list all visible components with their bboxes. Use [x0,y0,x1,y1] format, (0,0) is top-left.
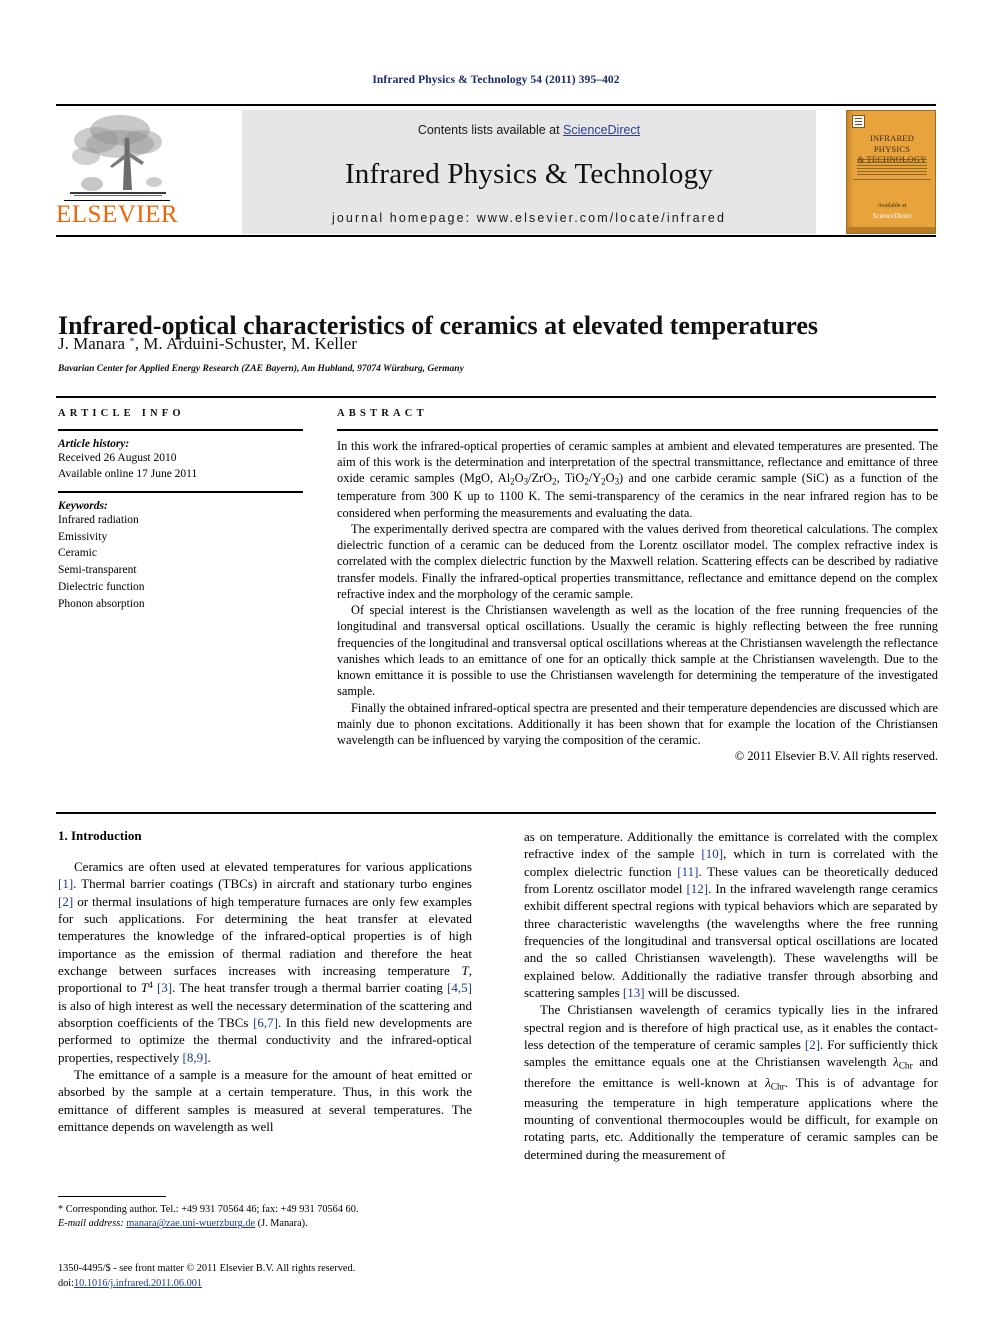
body-paragraph: The Christiansen wavelength of ceramics … [524,1002,938,1162]
elsevier-logo: ELSEVIER [56,110,178,234]
section-heading-introduction: 1. Introduction [58,828,142,843]
footnote-email-link[interactable]: manara@zae.uni-wuerzburg.de [126,1218,255,1229]
footnote-email-line: E-mail address: manara@zae.uni-wuerzburg… [58,1217,472,1231]
cover-footer: Available at ScienceDirect [851,202,933,222]
journal-banner: Contents lists available at ScienceDirec… [242,110,816,234]
citation-ref[interactable]: [3] [157,980,172,995]
elsevier-tree-icon [70,115,166,196]
abstract-column: ABSTRACT In this work the infrared-optic… [337,408,938,764]
sciencedirect-link[interactable]: ScienceDirect [563,123,640,137]
article-history-online: Available online 17 June 2011 [58,467,198,480]
citation-ref[interactable]: [2] [805,1037,820,1052]
footnote-email-label: E-mail address: [58,1218,124,1230]
keyword-item: Phonon absorption [58,597,145,610]
article-history-received: Received 26 August 2010 [58,451,177,464]
cover-bottom-bar [847,227,935,233]
abstract-heading: ABSTRACT [337,408,428,419]
article-history-label: Article history: [58,437,130,450]
keyword-item: Ceramic [58,547,97,560]
footnote-corresponding-author: * Corresponding author. Tel.: +49 931 70… [58,1204,359,1215]
cover-title-line1: INFRARED PHYSICS [869,133,915,154]
cover-inner: INFRARED PHYSICS & TECHNOLOGY Available … [847,111,935,233]
abstract-paragraph: Of special interest is the Christiansen … [337,603,938,699]
elsevier-wordmark: ELSEVIER [56,201,179,228]
footnote-rule [58,1196,166,1197]
abstract-paragraph: In this work the infrared-optical proper… [337,438,938,520]
citation-ref[interactable]: [13] [623,985,645,1000]
keywords-label: Keywords: [58,499,108,512]
footer-doi-line: doi:10.1016/j.infrared.2011.06.001 [58,1277,558,1292]
abstract-paragraph: Finally the obtained infrared-optical sp… [337,700,938,748]
article-info-column: ARTICLE INFO Article history: Received 2… [58,408,303,613]
citation-ref[interactable]: [1] [58,876,73,891]
citation-ref[interactable]: [4,5] [447,980,472,995]
footnote-email-suffix: (J. Manara). [257,1218,308,1230]
paper-page: Infrared Physics & Technology 54 (2011) … [0,0,992,1323]
journal-title: Infrared Physics & Technology [344,158,714,190]
cover-footer-brand: ScienceDirect [872,211,912,220]
article-info-divider-2 [58,491,303,493]
footer-doi-label: doi: [58,1277,75,1289]
contents-lists-line: Contents lists available at ScienceDirec… [418,123,640,137]
keyword-item: Emissivity [58,530,108,543]
keyword-item: Infrared radiation [58,513,139,526]
cover-publisher-mark-icon [852,115,865,128]
abstract-divider [337,429,938,431]
citation-ref[interactable]: [6,7] [253,1015,278,1030]
body-column-left: 1. Introduction Ceramics are often used … [58,828,472,1136]
journal-masthead: ELSEVIER Contents lists available at Sci… [56,106,936,234]
citation-ref[interactable]: [11] [677,864,698,879]
contents-lists-prefix: Contents lists available at [417,123,564,137]
article-info-heading: ARTICLE INFO [58,408,185,419]
running-head: Infrared Physics & Technology 54 (2011) … [372,74,620,86]
article-info-divider-1 [58,429,303,431]
citation-ref[interactable]: [2] [58,894,73,909]
citation-ref[interactable]: [10] [701,846,723,861]
abstract-paragraph: The experimentally derived spectra are c… [337,521,938,601]
affiliation: Bavarian Center for Applied Energy Resea… [58,364,464,374]
keyword-item: Dielectric function [58,580,145,593]
author-list: J. Manara *, M. Arduini-Schuster, M. Kel… [58,334,357,353]
body-column-right: as on temperature. Additionally the emit… [524,828,938,1163]
footnote-block: * Corresponding author. Tel.: +49 931 70… [58,1196,472,1232]
keyword-item: Semi-transparent [58,564,137,577]
footer-issn-line: 1350-4495/$ - see front matter © 2011 El… [58,1263,356,1274]
citation-ref[interactable]: [8,9] [183,1050,208,1065]
masthead-rule-bottom [56,235,936,237]
journal-cover-thumbnail: INFRARED PHYSICS & TECHNOLOGY Available … [846,110,936,234]
body-paragraph: as on temperature. Additionally the emit… [524,829,938,1001]
cover-footer-label: Available at [877,202,907,209]
corresponding-author-marker: * [129,335,135,348]
body-paragraph: Ceramics are often used at elevated temp… [58,859,472,1065]
body-paragraph: The emittance of a sample is a measure f… [58,1067,472,1135]
cover-subtitle-lines [857,159,927,175]
abstract-band-rule-bottom [56,812,936,814]
footer-doi-link[interactable]: 10.1016/j.infrared.2011.06.001 [74,1278,202,1289]
cover-divider [853,179,931,180]
abstract-copyright: © 2011 Elsevier B.V. All rights reserved… [734,749,938,764]
journal-homepage[interactable]: journal homepage: www.elsevier.com/locat… [332,211,726,225]
abstract-band-rule-top [56,396,936,398]
citation-ref[interactable]: [12] [686,881,708,896]
page-footer: 1350-4495/$ - see front matter © 2011 El… [58,1262,558,1292]
